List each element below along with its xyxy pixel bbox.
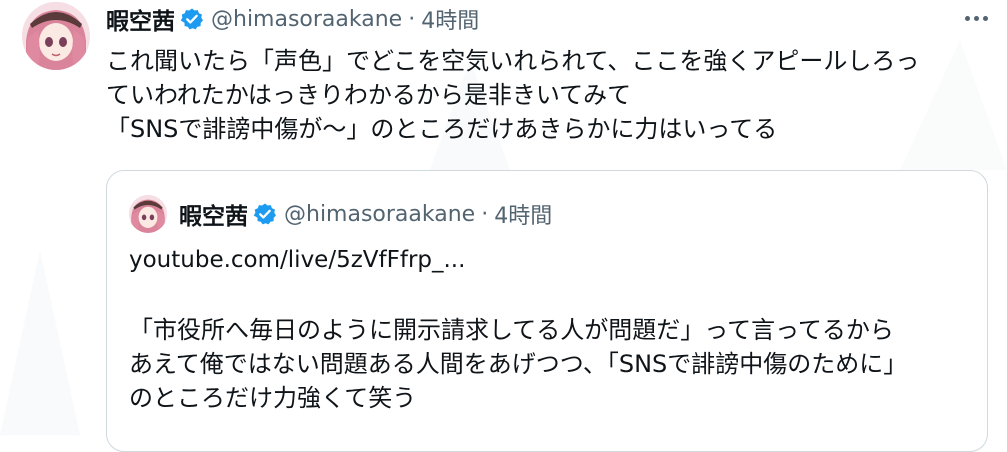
- quoted-user-handle: @himasoraakane: [284, 201, 476, 227]
- tweet: 暇空茜 @himasoraakane · 4時間 これ聞いたら「声色」でどこを空…: [0, 0, 1007, 452]
- quoted-text-line: 「市役所へ毎日のように開示請求してる人が問題だ」って言ってるから: [129, 316, 894, 344]
- verified-badge-icon[interactable]: [180, 7, 204, 31]
- avatar-image: [22, 2, 90, 70]
- timestamp[interactable]: 4時間: [421, 3, 479, 35]
- quoted-tweet-header: 暇空茜 @himasoraakane · 4時間: [179, 199, 553, 231]
- quoted-tweet-card[interactable]: 暇空茜 @himasoraakane · 4時間 youtube.com/liv…: [106, 170, 988, 452]
- quoted-text-line: のところだけ力強くて笑う: [129, 384, 417, 412]
- quoted-tweet-text: 「市役所へ毎日のように開示請求してる人が問題だ」って言ってるから あえて俺ではな…: [129, 313, 907, 415]
- avatar[interactable]: [22, 2, 90, 70]
- quoted-avatar-image: [129, 195, 167, 233]
- quoted-text-line: あえて俺ではない問題ある人間をあげつつ、「SNSで誹謗中傷のために」: [129, 350, 908, 378]
- tweet-text-line: ていわれたかはっきりわかるから是非きいてみて: [106, 81, 632, 109]
- tweet-text: これ聞いたら「声色」でどこを空気いれられて、ここを強くアピールしろっ ていわれた…: [106, 44, 986, 146]
- quoted-timestamp: 4時間: [494, 204, 553, 229]
- separator-dot: ·: [481, 201, 489, 227]
- tweet-text-line: 「SNSで誹謗中傷が～」のところだけあきらかに力はいってる: [106, 115, 778, 143]
- verified-badge-icon: [253, 203, 276, 225]
- display-name[interactable]: 暇空茜: [106, 2, 175, 36]
- quoted-link[interactable]: youtube.com/live/5zVfFfrp_...: [129, 247, 465, 273]
- user-handle[interactable]: @himasoraakane: [211, 7, 402, 32]
- quoted-display-name: 暇空茜: [179, 204, 248, 230]
- tweet-header: 暇空茜 @himasoraakane · 4時間: [106, 2, 479, 36]
- quoted-avatar[interactable]: [129, 195, 167, 233]
- separator-dot: ·: [408, 6, 416, 32]
- tweet-text-line: これ聞いたら「声色」でどこを空気いれられて、ここを強くアピールしろっ: [106, 47, 920, 75]
- more-options-icon[interactable]: [963, 6, 989, 30]
